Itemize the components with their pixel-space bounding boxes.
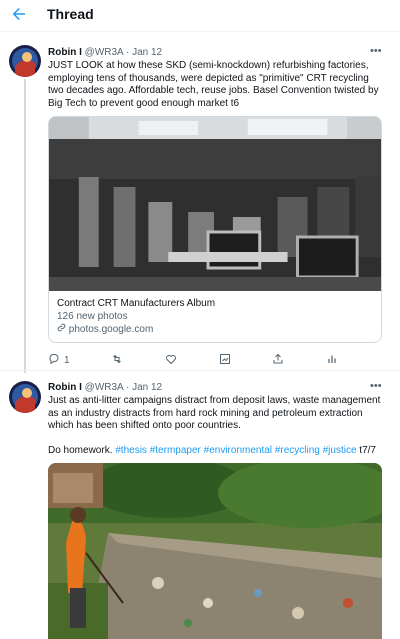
separator: · xyxy=(125,382,130,393)
tweet-text: JUST LOOK at how these SKD (semi-knockdo… xyxy=(48,60,379,109)
hashtag-link[interactable]: #termpaper xyxy=(150,445,201,456)
hashtag-link[interactable]: #recycling xyxy=(275,445,320,456)
author-handle[interactable]: @WR3A xyxy=(85,47,124,58)
reply-button[interactable]: 1 xyxy=(48,353,70,367)
thread-line xyxy=(24,79,26,373)
card-subtitle: 126 new photos xyxy=(57,311,128,322)
card-image xyxy=(49,117,381,291)
hashtag-link[interactable]: #justice xyxy=(323,445,357,456)
hashtag-link[interactable]: #thesis xyxy=(115,445,147,456)
reply-count: 1 xyxy=(64,354,70,366)
analytics-button[interactable] xyxy=(219,353,231,367)
tweet-text-prefix: Do homework. xyxy=(48,445,116,456)
avatar[interactable] xyxy=(9,381,41,413)
author-name[interactable]: Robin I xyxy=(48,382,82,393)
tweet-1[interactable]: Robin I @WR3A · Jan 12 ••• JUST LOOK at … xyxy=(0,33,400,373)
tweet-author-row: Robin I @WR3A · Jan 12 xyxy=(48,382,162,393)
tweet-text: Just as anti-litter campaigns distract f… xyxy=(48,395,381,431)
stats-button[interactable] xyxy=(326,353,338,367)
tweet-2[interactable]: Robin I @WR3A · Jan 12 ••• Just as anti-… xyxy=(0,371,400,639)
retweet-button[interactable] xyxy=(111,353,123,367)
tweet-media-image[interactable] xyxy=(48,463,382,639)
stats-icon xyxy=(326,353,338,368)
author-name[interactable]: Robin I xyxy=(48,47,82,58)
link-card[interactable]: Contract CRT Manufacturers Album 126 new… xyxy=(48,116,382,343)
retweet-icon xyxy=(111,353,123,368)
like-icon xyxy=(165,353,177,368)
back-arrow-icon[interactable] xyxy=(10,5,30,25)
card-body: Contract CRT Manufacturers Album 126 new… xyxy=(49,291,381,342)
tweet-text-hashtags: Do homework. #thesis #termpaper #environ… xyxy=(48,445,386,458)
tweet-actions: 1 xyxy=(48,353,338,367)
card-title: Contract CRT Manufacturers Album xyxy=(57,298,216,309)
card-url: photos.google.com xyxy=(68,324,154,335)
author-handle[interactable]: @WR3A xyxy=(85,382,124,393)
link-icon xyxy=(57,323,69,335)
share-button[interactable] xyxy=(272,353,284,367)
like-button[interactable] xyxy=(165,353,177,367)
tweet-date[interactable]: Jan 12 xyxy=(132,47,162,58)
page-title: Thread xyxy=(47,6,94,22)
card-url-row: photos.google.com xyxy=(57,323,373,336)
tweet-author-row: Robin I @WR3A · Jan 12 xyxy=(48,47,162,58)
avatar[interactable] xyxy=(9,45,41,77)
hashtag-link[interactable]: #environmental xyxy=(204,445,272,456)
tweet-date[interactable]: Jan 12 xyxy=(132,382,162,393)
more-icon[interactable]: ••• xyxy=(370,45,382,57)
share-icon xyxy=(272,353,284,368)
analytics-icon xyxy=(219,353,231,368)
thread-header: Thread xyxy=(0,0,400,32)
more-icon[interactable]: ••• xyxy=(370,380,382,392)
separator: · xyxy=(125,47,130,58)
tweet-text-suffix: t7/7 xyxy=(356,445,376,456)
reply-icon xyxy=(48,353,60,368)
